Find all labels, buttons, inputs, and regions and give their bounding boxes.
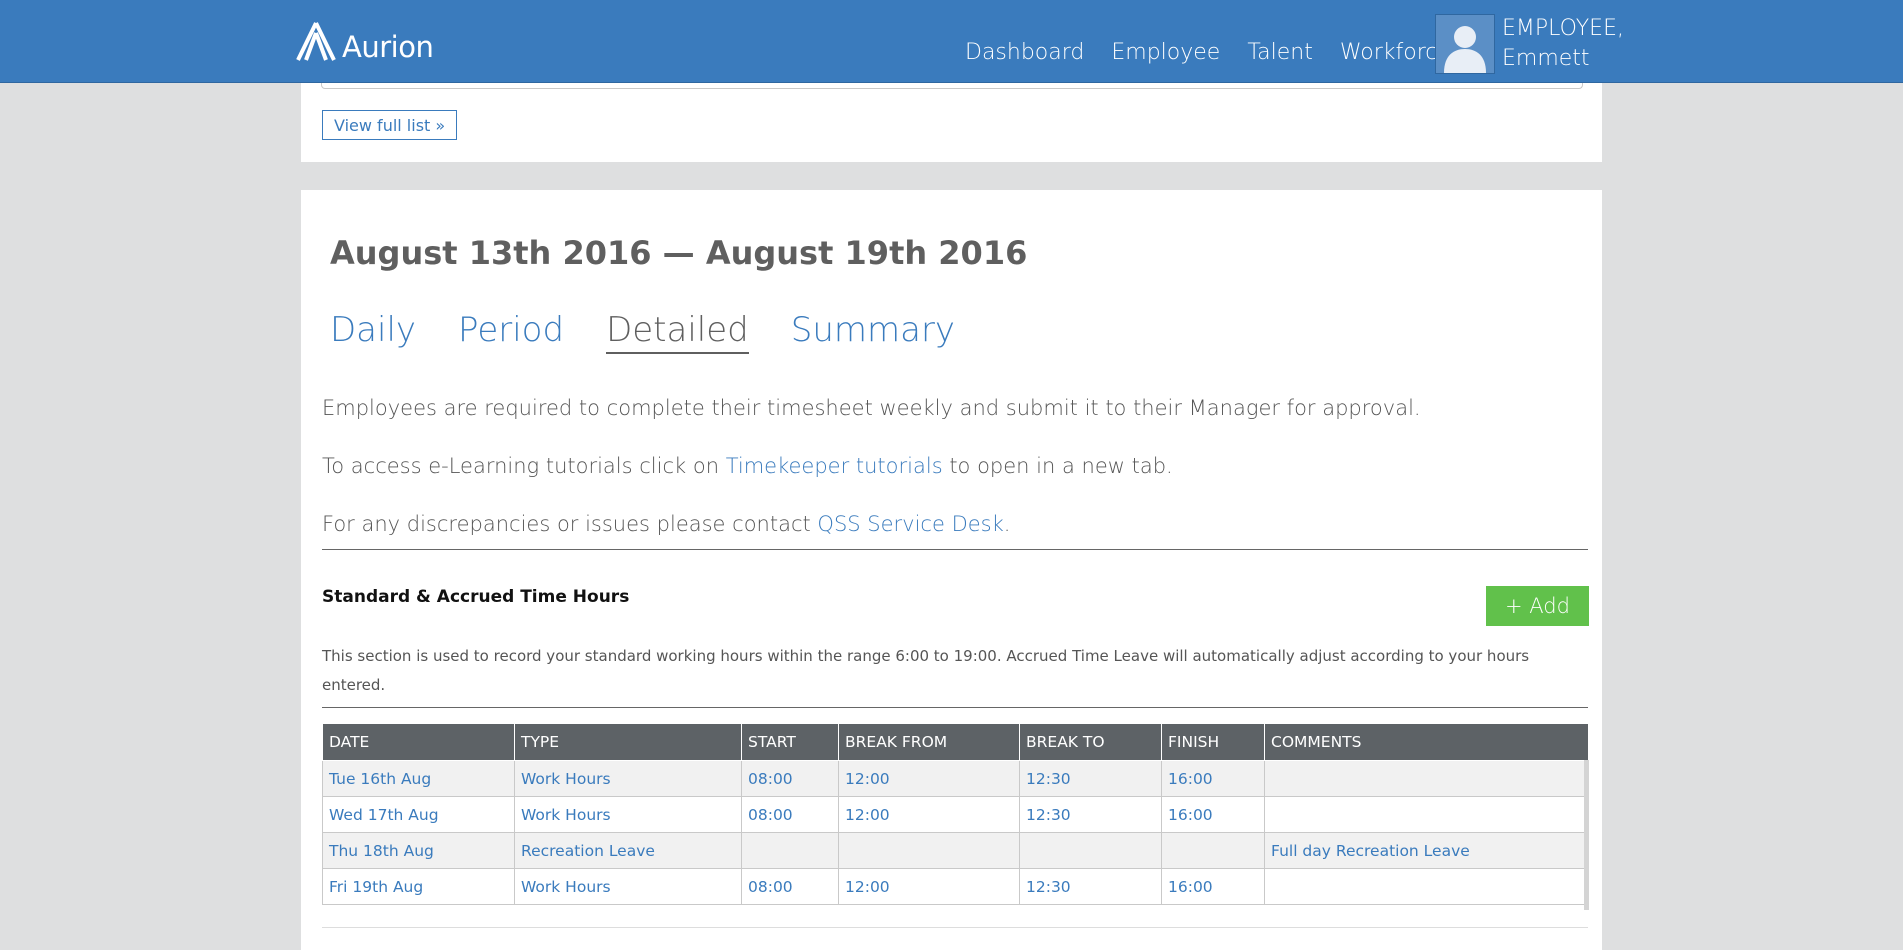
table-row[interactable]: Fri 19th Aug Work Hours 08:00 12:00 12:3…	[322, 868, 1589, 905]
col-break-from[interactable]: BREAK FROM	[838, 723, 1020, 761]
cell-type[interactable]: Recreation Leave	[514, 832, 742, 869]
tutorials-text-after: to open in a new tab.	[942, 454, 1173, 478]
cell-type[interactable]: Work Hours	[514, 868, 742, 905]
contact-text-after: .	[1003, 512, 1011, 536]
timekeeper-tutorials-link[interactable]: Timekeeper tutorials	[726, 454, 943, 478]
cell-comments[interactable]: Full day Recreation Leave	[1264, 832, 1589, 869]
user-name-line2: Emmett	[1502, 46, 1590, 71]
table-row[interactable]: Wed 17th Aug Work Hours 08:00 12:00 12:3…	[322, 796, 1589, 833]
main-nav: Dashboard Employee Talent Workforce	[965, 40, 1478, 65]
contact-text-before: For any discrepancies or issues please c…	[322, 512, 818, 536]
table-header-row: DATE TYPE START BREAK FROM BREAK TO FINI…	[322, 723, 1589, 761]
avatar	[1435, 14, 1495, 74]
col-break-to[interactable]: BREAK TO	[1019, 723, 1162, 761]
section-note: This section is used to record your stan…	[322, 647, 1530, 694]
col-type[interactable]: TYPE	[514, 723, 742, 761]
cell-date[interactable]: Wed 17th Aug	[322, 796, 515, 833]
cell-finish[interactable]: 16:00	[1161, 760, 1265, 797]
cell-finish[interactable]: 16:00	[1161, 796, 1265, 833]
table-row[interactable]: Thu 18th Aug Recreation Leave Full day R…	[322, 832, 1589, 869]
col-start[interactable]: START	[741, 723, 839, 761]
tab-summary[interactable]: Summary	[791, 310, 955, 354]
cell-date[interactable]: Tue 16th Aug	[322, 760, 515, 797]
col-comments[interactable]: COMMENTS	[1264, 723, 1589, 761]
user-name: EMPLOYEE, Emmett	[1502, 14, 1624, 74]
cell-start[interactable]: 08:00	[741, 868, 839, 905]
qss-service-desk-link[interactable]: QSS Service Desk	[817, 512, 1003, 536]
aurion-logo-icon	[296, 22, 336, 61]
tab-period[interactable]: Period	[458, 310, 564, 354]
cell-break-to[interactable]	[1019, 832, 1162, 869]
view-full-list-button[interactable]: View full list »	[322, 110, 458, 140]
aurion-logo[interactable]: Aurion	[294, 18, 434, 64]
cell-finish[interactable]: 16:00	[1161, 868, 1265, 905]
cell-break-from[interactable]: 12:00	[838, 868, 1020, 905]
time-hours-table: DATE TYPE START BREAK FROM BREAK TO FINI…	[322, 723, 1589, 905]
cell-finish[interactable]	[1161, 832, 1265, 869]
cell-type[interactable]: Work Hours	[514, 760, 742, 797]
nav-dashboard[interactable]: Dashboard	[965, 40, 1084, 65]
divider	[322, 549, 1588, 550]
logo-text: Aurion	[342, 30, 434, 64]
cell-comments[interactable]	[1264, 868, 1589, 905]
col-date[interactable]: DATE	[322, 723, 515, 761]
table-row[interactable]: Tue 16th Aug Work Hours 08:00 12:00 12:3…	[322, 760, 1589, 797]
nav-talent[interactable]: Talent	[1247, 40, 1313, 65]
cell-break-to[interactable]: 12:30	[1019, 868, 1162, 905]
cell-start[interactable]: 08:00	[741, 796, 839, 833]
nav-employee[interactable]: Employee	[1111, 40, 1220, 65]
table-scrollbar[interactable]	[1584, 760, 1589, 910]
table-bottom-divider	[322, 927, 1588, 928]
tab-daily[interactable]: Daily	[330, 310, 416, 354]
cell-break-from[interactable]: 12:00	[838, 796, 1020, 833]
instruction-text: Employees are required to complete their…	[322, 396, 1421, 420]
user-avatar-icon	[1444, 26, 1486, 73]
cell-break-to[interactable]: 12:30	[1019, 760, 1162, 797]
col-finish[interactable]: FINISH	[1161, 723, 1265, 761]
tutorials-text: To access e-Learning tutorials click on …	[322, 454, 1173, 478]
contact-text: For any discrepancies or issues please c…	[322, 512, 1010, 536]
add-button[interactable]: + Add	[1486, 586, 1589, 626]
cell-start[interactable]	[741, 832, 839, 869]
cell-start[interactable]: 08:00	[741, 760, 839, 797]
cell-date[interactable]: Thu 18th Aug	[322, 832, 515, 869]
timesheet-panel: August 13th 2016 — August 19th 2016 Dail…	[301, 190, 1602, 950]
previous-panel: View full list »	[301, 78, 1602, 162]
top-nav-bar: Aurion Dashboard Employee Talent Workfor…	[0, 0, 1903, 83]
cell-type[interactable]: Work Hours	[514, 796, 742, 833]
cell-date[interactable]: Fri 19th Aug	[322, 868, 515, 905]
tutorials-text-before: To access e-Learning tutorials click on	[322, 454, 726, 478]
page-title: August 13th 2016 — August 19th 2016	[330, 234, 1028, 272]
divider	[322, 707, 1588, 708]
section-title: Standard & Accrued Time Hours	[322, 587, 630, 607]
view-tabs: Daily Period Detailed Summary	[330, 310, 997, 354]
cell-comments[interactable]	[1264, 760, 1589, 797]
user-name-line1: EMPLOYEE,	[1502, 16, 1624, 41]
tab-detailed[interactable]: Detailed	[606, 310, 749, 354]
user-menu[interactable]: EMPLOYEE, Emmett	[1435, 14, 1624, 74]
cell-break-from[interactable]: 12:00	[838, 760, 1020, 797]
cell-comments[interactable]	[1264, 796, 1589, 833]
cell-break-to[interactable]: 12:30	[1019, 796, 1162, 833]
cell-break-from[interactable]	[838, 832, 1020, 869]
